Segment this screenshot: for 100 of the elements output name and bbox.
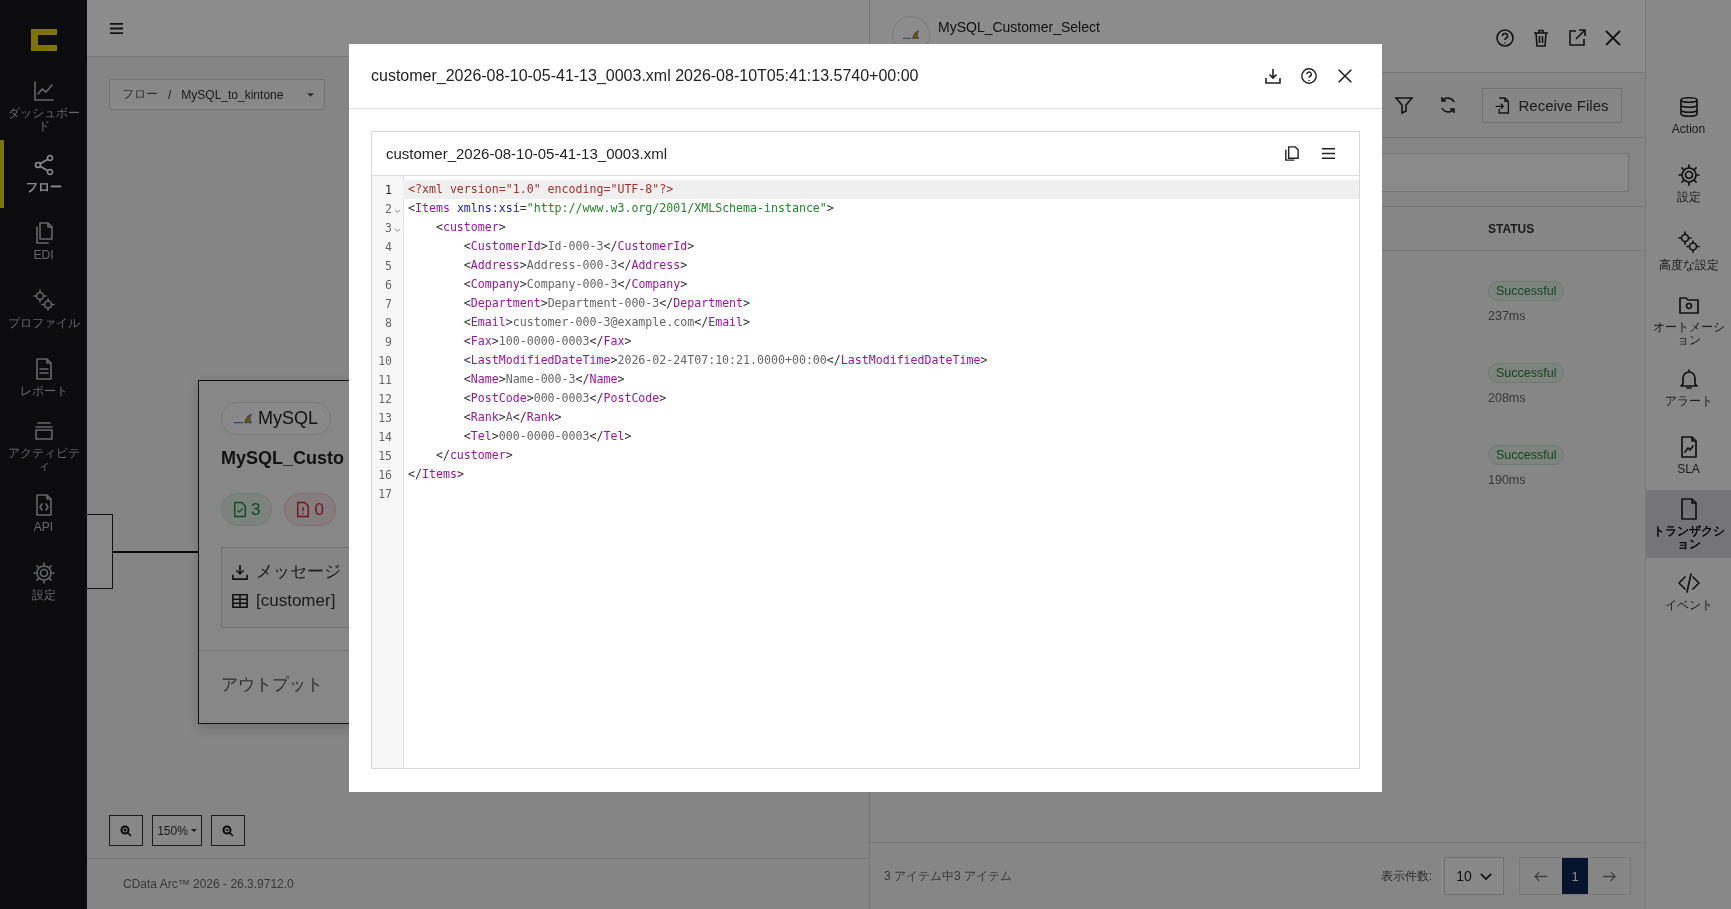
tool-item[interactable]: Action [1646, 82, 1731, 150]
code-line: <Email>customer-000-3@example.com</Email> [462, 314, 752, 331]
code-line: <Department>Department-000-3</Department> [462, 295, 752, 312]
line-number: 9 [385, 334, 392, 349]
status-badge: Successful [1488, 363, 1565, 383]
status-badge: Successful [1488, 281, 1565, 301]
node-title: MySQL_Custo [221, 448, 344, 469]
page-size-dropdown[interactable]: 10 [1444, 857, 1504, 895]
fold-icon[interactable] [394, 227, 401, 233]
trash-icon[interactable] [1531, 28, 1551, 48]
flow-node[interactable] [87, 514, 113, 589]
line-number: 14 [378, 429, 392, 444]
duration-text: 190ms [1488, 473, 1526, 487]
copy-icon[interactable] [1283, 145, 1300, 162]
line-number: 3 [385, 220, 392, 235]
item-count-text: 3 アイテム中3 アイテム [884, 867, 1012, 885]
file-import-icon [1495, 96, 1511, 114]
panel-title: MySQL_Customer_Select [938, 18, 1100, 35]
zoom-out-button[interactable] [211, 815, 245, 846]
line-number: 7 [385, 296, 392, 311]
file-alert-icon [296, 501, 311, 518]
tool-item[interactable]: イベント [1646, 558, 1731, 626]
code-line: <LastModifiedDateTime>2026-02-24T07:10:21.0000+00:00</LastModifiedDateTime> [462, 352, 989, 369]
duration-text: 237ms [1488, 309, 1526, 323]
line-number: 8 [385, 315, 392, 330]
zoom-in-button[interactable] [109, 815, 143, 846]
zoom-in-icon [120, 824, 132, 837]
caret-icon [307, 92, 314, 97]
table-icon [232, 593, 248, 609]
version-text: CData Arc™ 2026 - 26.3.9712.0 [123, 877, 294, 891]
chevron-down-icon [1479, 872, 1492, 880]
line-number: 16 [378, 467, 392, 482]
code-icon [1676, 571, 1701, 596]
sidebar-item[interactable]: API [0, 480, 87, 548]
arrow-left-icon [1534, 870, 1548, 882]
sidebar-item[interactable]: ダッシュボード [0, 72, 87, 140]
message-label: メッセージ [256, 561, 341, 583]
fold-icon[interactable] [394, 208, 401, 214]
sidebar-item[interactable]: 設定 [0, 548, 87, 616]
line-number: 6 [385, 277, 392, 292]
code-line: </Items> [407, 466, 465, 483]
tool-item[interactable]: アラート [1646, 354, 1731, 422]
tool-item[interactable]: トランザクション [1646, 490, 1731, 558]
line-number: 13 [378, 410, 392, 425]
file-name: customer_2026-08-10-05-41-13_0003.xml [386, 145, 667, 162]
column-header[interactable]: STATUS [1488, 221, 1645, 236]
refresh-icon[interactable] [1438, 95, 1458, 115]
code-line: <Tel>000-0000-0003</Tel> [462, 428, 633, 445]
code-line: <Name>Name-000-3</Name> [462, 371, 626, 388]
code-line: <CustomerId>Id-000-3</CustomerId> [462, 238, 696, 255]
sidebar-item[interactable]: プロファイル [0, 276, 87, 344]
code-line: <PostCode>000-0003</PostCode> [462, 390, 668, 407]
page-size-label: 表示件数: [1380, 867, 1432, 885]
line-number: 4 [385, 239, 392, 254]
success-count[interactable]: 3 [221, 493, 273, 526]
code-line: <Items xmlns:xsi="http://www.w3.org/2001/XMLSchema-instance"> [407, 200, 835, 217]
zoom-level-dropdown[interactable]: 150% [152, 815, 202, 846]
tool-item[interactable]: オートメーション [1646, 286, 1731, 354]
table-label: [customer] [256, 591, 336, 611]
settings-icon [31, 561, 56, 586]
line-number: 2 [385, 201, 392, 216]
menu-icon[interactable] [1320, 145, 1337, 162]
tool-item[interactable]: 設定 [1646, 150, 1731, 218]
tool-item[interactable]: 高度な設定 [1646, 218, 1731, 286]
logo-icon [30, 29, 57, 51]
download-icon[interactable] [1264, 67, 1282, 85]
close-icon[interactable] [1336, 67, 1354, 85]
sidebar-item[interactable]: レポート [0, 344, 87, 412]
line-number: 5 [385, 258, 392, 273]
line-number: 10 [378, 353, 392, 368]
duration-text: 208ms [1488, 391, 1526, 405]
code-line: <Rank>A</Rank> [462, 409, 563, 426]
sidebar-item[interactable]: EDI [0, 208, 87, 276]
code-line: </customer> [434, 447, 514, 464]
help-icon[interactable] [1300, 67, 1318, 85]
download-icon [232, 563, 248, 580]
code-line: <customer> [434, 219, 507, 236]
connector-tag: MySQL [221, 402, 331, 435]
external-link-icon[interactable] [1567, 28, 1587, 48]
chart-icon [31, 78, 56, 103]
page-button[interactable]: 1 [1562, 858, 1588, 894]
modal-title: customer_2026-08-10-05-41-13_0003.xml 2026-08-10T05:41:13.5740+00:00 [371, 67, 919, 85]
status-badge: Successful [1488, 445, 1565, 465]
line-number: 17 [378, 486, 392, 501]
caret-icon [190, 829, 197, 832]
tool-item[interactable]: SLA [1646, 422, 1731, 490]
sidebar-item[interactable]: アクティビティ [0, 412, 87, 480]
receive-files-button[interactable]: Receive Files [1482, 87, 1622, 123]
arrow-right-icon [1602, 870, 1616, 882]
filter-icon[interactable] [1394, 95, 1414, 115]
zoom-out-icon [222, 824, 234, 837]
file-check-icon [233, 501, 247, 518]
line-number: 12 [378, 391, 392, 406]
settings-icon [1676, 163, 1701, 188]
error-count[interactable]: 0 [284, 493, 336, 526]
line-number: 1 [385, 182, 392, 197]
line-number: 15 [378, 448, 392, 463]
breadcrumb-dropdown[interactable]: フロー / MySQL_to_kintone [109, 79, 325, 110]
sidebar-item[interactable]: フロー [0, 140, 87, 208]
code-line: <Fax>100-0000-0003</Fax> [462, 333, 633, 350]
